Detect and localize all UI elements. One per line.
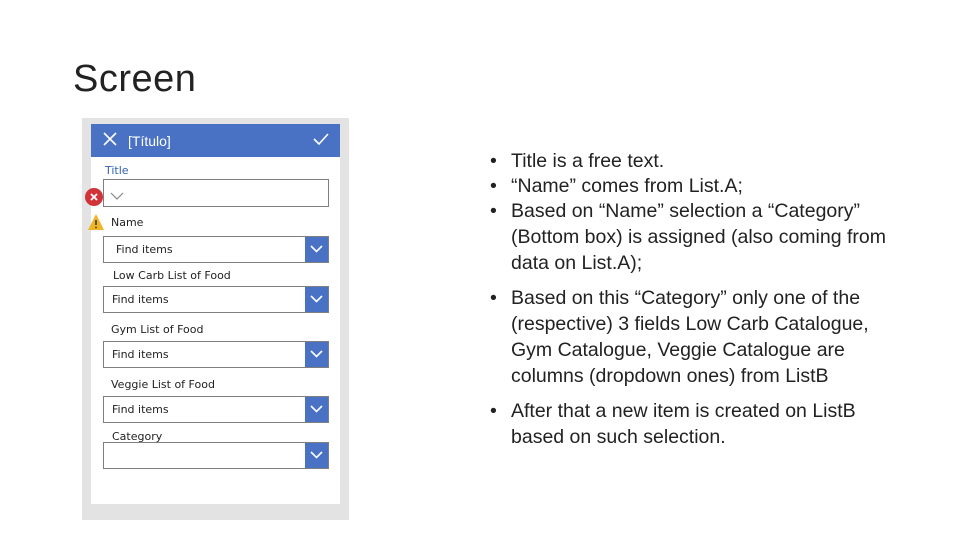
- dropdown-button[interactable]: [305, 443, 328, 468]
- veggie-dropdown-placeholder: Find items: [112, 403, 169, 416]
- chevron-down-icon: [310, 405, 323, 413]
- chevron-down-icon: [310, 295, 323, 303]
- bullet-glyph: •: [490, 400, 497, 422]
- checkmark-icon[interactable]: [312, 131, 330, 147]
- bullet-text: Based on this “Category” only one of the…: [511, 287, 869, 387]
- title-input[interactable]: [103, 179, 329, 207]
- list-item: • Based on “Name” selection a “Category” …: [490, 198, 890, 276]
- dropdown-button[interactable]: [305, 287, 328, 312]
- gym-label: Gym List of Food: [111, 323, 204, 336]
- notes-list: • Title is a free text. • “Name” comes fro…: [490, 148, 890, 459]
- bullet-glyph: •: [490, 287, 497, 309]
- bullet-text: “Name” comes from List.A;: [511, 175, 743, 197]
- name-label: Name: [111, 216, 144, 229]
- chevron-down-icon: [310, 245, 323, 253]
- dropdown-button[interactable]: [305, 237, 328, 262]
- bullet-glyph: •: [490, 175, 497, 197]
- list-item: • “Name” comes from List.A;: [490, 173, 890, 199]
- form-title: [Título]: [128, 133, 171, 149]
- low-carb-dropdown-placeholder: Find items: [112, 293, 169, 306]
- low-carb-dropdown[interactable]: Find items: [103, 286, 329, 313]
- category-dropdown[interactable]: [103, 442, 329, 469]
- name-dropdown-placeholder: Find items: [116, 243, 173, 256]
- warning-icon: [88, 214, 104, 230]
- gym-dropdown[interactable]: Find items: [103, 341, 329, 368]
- dropdown-button[interactable]: [305, 397, 328, 422]
- chevron-down-icon: [110, 192, 124, 200]
- bullet-glyph: •: [490, 150, 497, 172]
- slide-title: Screen: [73, 58, 197, 100]
- chevron-down-icon: [310, 451, 323, 459]
- name-dropdown[interactable]: Find items: [103, 236, 329, 263]
- dropdown-button[interactable]: [305, 342, 328, 367]
- list-item: • Title is a free text.: [490, 148, 890, 174]
- list-item: • Based on this “Category” only one of th…: [490, 285, 890, 389]
- form-header: [Título]: [91, 124, 340, 157]
- veggie-dropdown[interactable]: Find items: [103, 396, 329, 423]
- error-icon: [85, 188, 103, 206]
- veggie-label: Veggie List of Food: [111, 378, 215, 391]
- bullet-text: After that a new item is created on List…: [511, 400, 856, 448]
- app-screen: [Título] Title Name Find items Low Carb …: [85, 124, 340, 504]
- low-carb-label: Low Carb List of Food: [113, 269, 231, 282]
- title-label: Title: [105, 164, 129, 177]
- bullet-glyph: •: [490, 200, 497, 222]
- gym-dropdown-placeholder: Find items: [112, 348, 169, 361]
- bullet-text: Based on “Name” selection a “Category” (…: [511, 200, 886, 274]
- chevron-down-icon: [310, 350, 323, 358]
- bullet-text: Title is a free text.: [511, 150, 665, 172]
- close-icon[interactable]: [101, 130, 119, 148]
- list-item: • After that a new item is created on Lis…: [490, 398, 890, 450]
